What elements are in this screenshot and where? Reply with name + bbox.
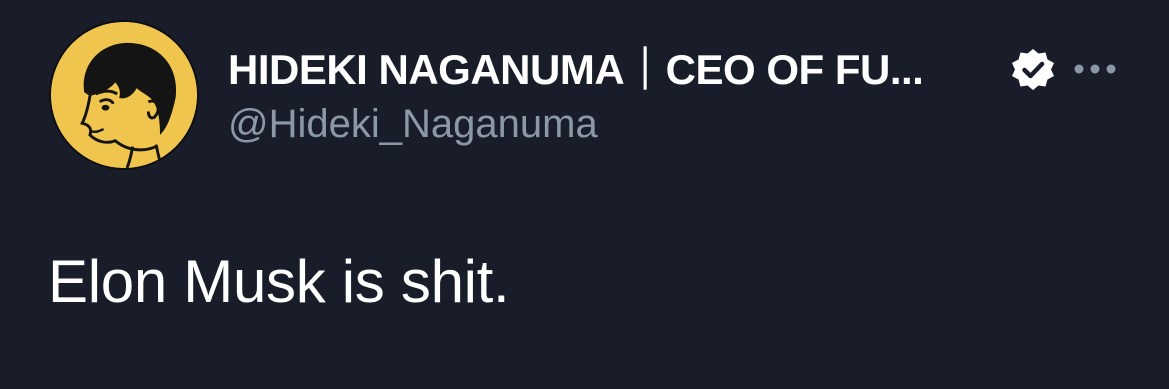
avatar[interactable] (49, 20, 199, 170)
author-handle[interactable]: @Hideki_Naganuma (228, 100, 598, 148)
tweet-card[interactable]: HIDEKI NAGANUMA｜CEO OF FU... @Hideki_Nag… (0, 0, 1169, 389)
author-display-name[interactable]: HIDEKI NAGANUMA｜CEO OF FU... (228, 44, 924, 96)
verified-badge-icon (1010, 47, 1056, 93)
tweet-text: Elon Musk is shit. (48, 248, 510, 315)
cartoon-portrait-avatar-icon (51, 22, 197, 168)
more-options-button[interactable] (1068, 48, 1122, 90)
more-horizontal-icon (1074, 64, 1116, 74)
